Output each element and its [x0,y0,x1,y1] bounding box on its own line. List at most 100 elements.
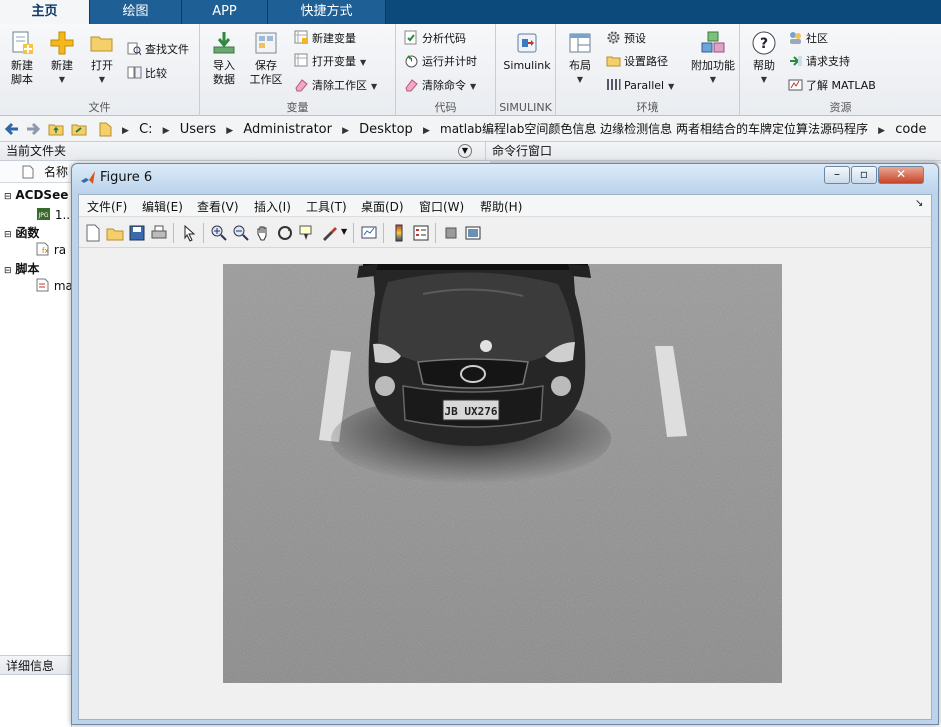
learn-matlab-button[interactable]: 了解 MATLAB [788,76,876,96]
link-plot-icon[interactable] [359,223,379,243]
simulink-button[interactable]: Simulink [501,28,553,98]
menu-window[interactable]: 窗口(W) [419,198,464,215]
new-script-button[interactable]: 新建 脚本 [2,28,42,98]
collapse-icon[interactable]: ⊟ [4,266,12,276]
tree-file-script[interactable]: ma [36,278,73,293]
find-files-button[interactable]: 查找文件 [127,40,189,60]
new-button[interactable]: 新建 ▼ [42,28,82,98]
clear-workspace-button[interactable]: 清除工作区 ▼ [294,76,377,96]
zoom-out-icon[interactable] [231,223,251,243]
figure-client-area: 文件(F) 编辑(E) 查看(V) 插入(I) 工具(T) 桌面(D) 窗口(W… [78,194,932,720]
preferences-button[interactable]: 预设 [606,29,646,49]
menu-tools[interactable]: 工具(T) [306,198,347,215]
clear-commands-dropdown-icon[interactable]: ▼ [470,82,476,91]
collapse-icon[interactable]: ⊟ [4,192,12,202]
browse-folder-icon[interactable] [70,120,88,138]
breadcrumb-code[interactable]: code [895,122,926,137]
clear-workspace-dropdown-icon[interactable]: ▼ [371,82,377,91]
compare-button[interactable]: 比较 [127,64,167,84]
help-dropdown-icon[interactable]: ▼ [744,73,784,87]
tree-group-functions[interactable]: ⊟ 函数 [4,224,39,241]
group-file: 新建 脚本 新建 ▼ 打开 ▼ 查找文件 比较 文件 [0,24,200,116]
new-variable-button[interactable]: 新建变量 [294,29,356,49]
brush-dropdown-icon[interactable]: ▼ [341,227,347,236]
new-dropdown-icon[interactable]: ▼ [42,73,82,87]
layout-dropdown-icon[interactable]: ▼ [560,73,600,87]
layout-icon [569,33,591,53]
tree-group-acdsee[interactable]: ⊟ ACDSee [4,188,68,202]
layout-button[interactable]: 布局 ▼ [560,28,600,98]
back-arrow-icon[interactable] [3,120,21,138]
legend-icon[interactable] [411,223,431,243]
breadcrumb-administrator[interactable]: Administrator [243,122,332,137]
axes-image[interactable]: JB UX276 [223,264,782,683]
name-column-header[interactable]: 名称 [0,161,72,183]
breadcrumb-project-folder[interactable]: matlab编程lab空间颜色信息 边缘检测信息 两者相结合的车牌定位算法源码程… [440,122,868,136]
community-button[interactable]: 社区 [788,29,828,49]
menu-view[interactable]: 查看(V) [197,198,239,215]
parallel-button[interactable]: Parallel ▼ [606,76,674,96]
new-figure-icon[interactable] [83,223,103,243]
tab-home[interactable]: 主页 [0,0,90,25]
breadcrumb-drive[interactable]: C: [139,122,152,137]
menu-desktop[interactable]: 桌面(D) [361,198,404,215]
print-icon[interactable] [149,223,169,243]
request-support-button[interactable]: 请求支持 [788,52,850,72]
colorbar-icon[interactable] [389,223,409,243]
panel-menu-icon[interactable]: ▼ [458,144,472,158]
menu-file[interactable]: 文件(F) [87,198,127,215]
add-ons-dropdown-icon[interactable]: ▼ [688,73,738,87]
breadcrumb-desktop[interactable]: Desktop [359,122,413,137]
show-plot-tools-icon[interactable] [463,223,483,243]
menu-insert[interactable]: 插入(I) [254,198,291,215]
tab-apps[interactable]: APP [182,0,268,24]
pointer-icon[interactable] [179,223,199,243]
menu-edit[interactable]: 编辑(E) [142,198,183,215]
tab-shortcuts[interactable]: 快捷方式 [268,0,386,24]
save-icon[interactable] [127,223,147,243]
clear-commands-button[interactable]: 清除命令 ▼ [404,76,476,96]
minimize-button[interactable]: – [824,166,850,184]
run-and-time-button[interactable]: 运行并计时 [404,52,477,72]
learn-matlab-label: 了解 MATLAB [806,79,876,92]
tree-group-scripts[interactable]: ⊟ 脚本 [4,260,39,277]
up-folder-icon[interactable] [47,120,65,138]
open-dropdown-icon[interactable]: ▼ [82,73,122,87]
root-folder-icon[interactable] [97,120,115,138]
brush-icon[interactable] [319,223,339,243]
pan-hand-icon[interactable] [253,223,273,243]
save-workspace-button[interactable]: 保存 工作区 [246,28,286,98]
figure-titlebar[interactable]: Figure 6 – ▫ ✕ [72,164,938,192]
hide-plot-tools-icon[interactable] [441,223,461,243]
figure-canvas[interactable]: JB UX276 [79,249,931,719]
name-column-label: 名称 [44,165,69,179]
open-file-icon[interactable] [105,223,125,243]
help-button[interactable]: ? 帮助 ▼ [744,28,784,98]
import-data-button[interactable]: 导入 数据 [204,28,244,98]
forward-arrow-icon[interactable] [24,120,42,138]
menu-help[interactable]: 帮助(H) [480,198,522,215]
set-path-button[interactable]: 设置路径 [606,52,668,72]
collapse-icon[interactable]: ⊟ [4,230,12,240]
open-variable-button[interactable]: 打开变量 ▼ [294,52,366,72]
open-button[interactable]: 打开 ▼ [82,28,122,98]
breadcrumb-users[interactable]: Users [180,122,216,137]
data-cursor-icon[interactable] [297,223,317,243]
tree-file-function[interactable]: fx ra [36,242,66,257]
group-code-title: 代码 [434,101,457,114]
parallel-dropdown-icon[interactable]: ▼ [668,82,674,91]
analyze-code-button[interactable]: 分析代码 [404,29,466,49]
maximize-button[interactable]: ▫ [851,166,877,184]
dock-arrow-icon[interactable]: ↘ [915,198,923,209]
rotate-3d-icon[interactable] [275,223,295,243]
svg-text:fx: fx [42,247,49,255]
close-button[interactable]: ✕ [878,166,924,184]
set-path-label: 设置路径 [624,55,668,68]
tree-file-jpg[interactable]: JPG 1... [36,207,74,222]
open-variable-dropdown-icon[interactable]: ▼ [360,58,366,67]
new-label: 新建 [51,59,73,72]
tab-plots[interactable]: 绘图 [90,0,182,24]
add-ons-button[interactable]: 附加功能 ▼ [688,28,738,98]
zoom-in-icon[interactable] [209,223,229,243]
tree-file-function-label: ra [53,243,67,257]
